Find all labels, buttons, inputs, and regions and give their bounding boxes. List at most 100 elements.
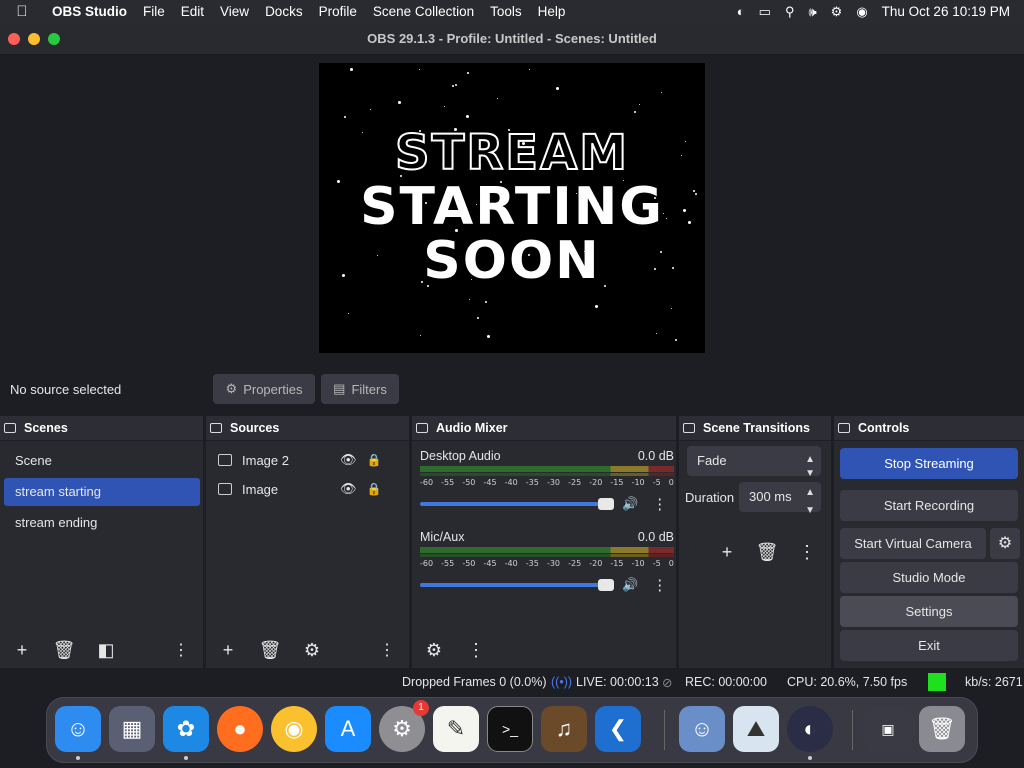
textedit-icon[interactable]: ✎ [433,706,479,752]
menu-docks[interactable]: Docks [257,4,311,19]
preview-app-icon[interactable]: ⛰ [733,706,779,752]
program-preview[interactable]: STREAM STARTING SOON [319,63,705,353]
duration-spinbox[interactable]: 300 ms ▲ ▼ [739,482,821,516]
scene-item[interactable]: Scene [4,447,200,475]
speaker-mute-icon[interactable]: 🔊 [622,496,638,512]
remove-source-trash-icon[interactable]: 🗑 [256,637,284,663]
volume-icon[interactable]: 🕪 [808,4,816,20]
menu-tools[interactable]: Tools [482,4,530,19]
scenes-header[interactable]: Scenes [0,416,203,441]
remove-transition-trash-icon[interactable]: 🗑 [753,539,781,565]
obs-studio-icon[interactable]: ◐ [787,706,833,760]
scene-transitions-dock: Scene Transitions Fade ▲ ▼ Duration 300 m… [679,416,831,668]
firefox-icon[interactable]: ● [217,706,263,752]
chrome-icon[interactable]: ◉ [271,706,317,752]
volume-slider[interactable] [420,498,614,510]
app-store-icon[interactable]: A [325,706,371,752]
properties-button[interactable]: ⚙ Properties [213,374,315,404]
channel-more-icon[interactable]: ⋮ [652,576,667,594]
finder-icon[interactable]: ☺ [55,706,101,760]
scenes-dock: Scenes Scene stream starting stream endi… [0,416,203,668]
menu-view[interactable]: View [212,4,257,19]
rec-time-status: REC: 00:00:00 [685,675,767,689]
launchpad-icon[interactable]: ▦ [109,706,155,752]
source-item[interactable]: Image 👁 🔒 [218,477,398,501]
finder-folder-icon[interactable]: ☺ [679,706,725,752]
garageband-icon[interactable]: ♫ [541,706,587,752]
maximize-window-button[interactable] [48,33,60,45]
advanced-audio-gear-icon[interactable]: ⚙ [420,637,448,663]
settings-button[interactable]: Settings [840,596,1018,627]
source-properties-gear-icon[interactable]: ⚙ [298,637,326,663]
start-recording-button[interactable]: Start Recording [840,490,1018,521]
preview-star [466,115,469,118]
menu-scene-collection[interactable]: Scene Collection [365,4,482,19]
scene-transitions-header[interactable]: Scene Transitions [679,416,831,441]
preview-star [455,84,457,86]
scene-item-selected[interactable]: stream starting [4,478,200,506]
downloads-stack-icon[interactable]: ▣ [865,706,911,752]
add-transition-button[interactable]: + [713,539,741,565]
start-virtual-camera-button[interactable]: Start Virtual Camera [840,528,986,559]
obs-tray-icon[interactable]: ◐ [737,4,745,19]
volume-slider-thumb[interactable] [598,498,614,510]
minimize-window-button[interactable] [28,33,40,45]
visibility-eye-icon[interactable]: 👁 [340,452,357,468]
search-icon[interactable]: ⚲ [785,4,795,20]
volume-slider-thumb[interactable] [598,579,614,591]
trash-icon[interactable]: 🗑 [919,706,965,752]
menu-app-name[interactable]: OBS Studio [44,4,135,19]
speaker-mute-icon[interactable]: 🔊 [622,577,638,593]
scene-item[interactable]: stream ending [4,509,200,537]
safari-icon[interactable]: ✿ [163,706,209,760]
image-source-icon [218,454,232,466]
menu-file[interactable]: File [135,4,173,19]
volume-meter-peak [420,554,674,557]
volume-slider[interactable] [420,579,614,591]
menu-edit[interactable]: Edit [173,4,212,19]
add-scene-button[interactable]: + [8,637,36,663]
scene-more-icon[interactable]: ⋮ [167,637,195,663]
apple-icon[interactable]:  [0,3,44,20]
channel-more-icon[interactable]: ⋮ [652,495,667,513]
preview-text-line1: STREAM [394,124,629,182]
control-center-icon[interactable]: ⚙ [831,4,843,20]
audio-mixer-header[interactable]: Audio Mixer [412,416,676,441]
sources-header[interactable]: Sources [206,416,409,441]
source-more-icon[interactable]: ⋮ [373,637,401,663]
studio-mode-button[interactable]: Studio Mode [840,562,1018,593]
duration-value: 300 ms [749,489,792,504]
filters-button[interactable]: ▤ Filters [321,374,399,404]
mixer-channel-mic-aux: Mic/Aux 0.0 dB -60 -55 -50 -45 -40 -35 -30 -25-… [420,530,674,595]
add-source-button[interactable]: + [214,637,242,663]
menu-help[interactable]: Help [530,4,574,19]
scene-filters-icon[interactable]: ◧ [92,637,120,663]
exit-button[interactable]: Exit [840,630,1018,661]
menubar-clock[interactable]: Thu Oct 26 10:19 PM [882,4,1010,19]
transition-select[interactable]: Fade ▲ ▼ [687,446,821,479]
visibility-eye-icon[interactable]: 👁 [340,481,357,497]
channel-name: Mic/Aux [420,530,465,544]
remove-scene-trash-icon[interactable]: 🗑 [50,637,78,663]
lock-icon[interactable]: 🔒 [367,482,382,496]
vscode-icon[interactable]: ❮ [595,706,641,752]
stop-streaming-button[interactable]: Stop Streaming [840,448,1018,479]
virtual-camera-settings-gear-icon[interactable]: ⚙ [990,528,1020,559]
preview-star [529,69,530,70]
controls-header[interactable]: Controls [834,416,1024,441]
menu-profile[interactable]: Profile [311,4,365,19]
preview-star [467,72,469,74]
terminal-icon[interactable]: >_ [487,706,533,752]
close-window-button[interactable] [8,33,20,45]
preview-star [452,85,454,87]
transition-more-icon[interactable]: ⋮ [793,539,821,565]
preview-text-line3: SOON [423,231,601,291]
system-settings-icon[interactable]: ⚙ 1 [379,700,429,752]
status-bar: Dropped Frames 0 (0.0%) ((•)) LIVE: 00:0… [0,670,1024,694]
chevron-updown-icon[interactable]: ▲ ▼ [805,488,815,516]
lock-icon[interactable]: 🔒 [367,453,382,467]
mixer-more-icon[interactable]: ⋮ [462,637,490,663]
screen-mirroring-icon[interactable]: ▭ [759,4,771,20]
siri-icon[interactable]: ◉ [856,4,867,20]
source-item[interactable]: Image 2 👁 🔒 [218,448,398,472]
